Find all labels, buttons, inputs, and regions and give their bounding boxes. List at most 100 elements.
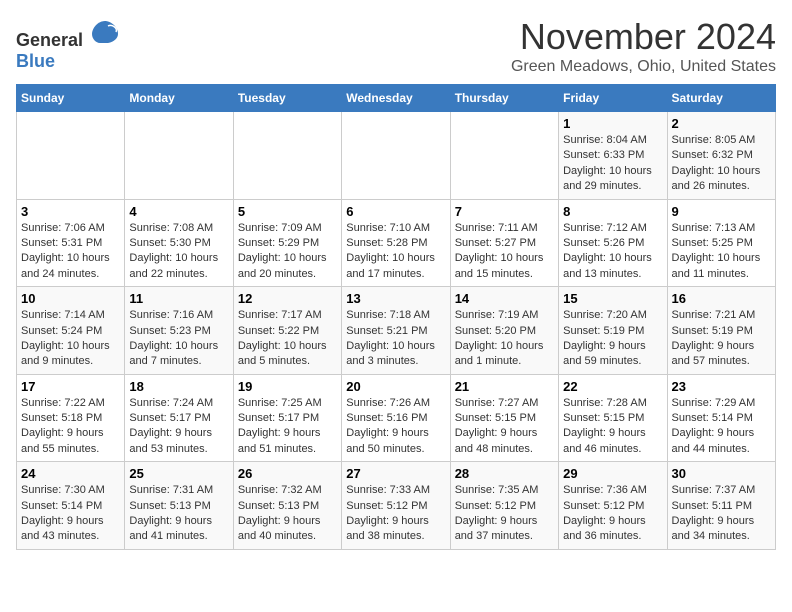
day-info: Sunrise: 7:20 AM Sunset: 5:19 PM Dayligh… [563, 308, 662, 370]
day-info: Sunrise: 7:21 AM Sunset: 5:19 PM Dayligh… [672, 308, 771, 370]
weekday-header-sunday: Sunday [17, 85, 125, 112]
day-info: Sunrise: 7:29 AM Sunset: 5:14 PM Dayligh… [672, 396, 771, 458]
calendar-week-4: 17 Sunrise: 7:22 AM Sunset: 5:18 PM Dayli… [17, 374, 776, 462]
calendar-cell: 3 Sunrise: 7:06 AM Sunset: 5:31 PM Daylig… [17, 199, 125, 287]
day-number: 12 [238, 291, 337, 306]
calendar-cell: 21 Sunrise: 7:27 AM Sunset: 5:15 PM Dayli… [450, 374, 558, 462]
weekday-header-tuesday: Tuesday [233, 85, 341, 112]
day-number: 18 [129, 379, 228, 394]
day-info: Sunrise: 7:22 AM Sunset: 5:18 PM Dayligh… [21, 396, 120, 458]
calendar-cell [342, 112, 450, 200]
day-info: Sunrise: 7:06 AM Sunset: 5:31 PM Dayligh… [21, 221, 120, 283]
calendar-cell: 8Sunrise: 7:12 AM Sunset: 5:26 PM Daylig… [559, 199, 667, 287]
calendar-body: 1 Sunrise: 8:04 AM Sunset: 6:33 PM Daylig… [17, 112, 776, 550]
calendar-cell [233, 112, 341, 200]
day-info: Sunrise: 7:10 AM Sunset: 5:28 PM Dayligh… [346, 221, 445, 283]
day-number: 4 [129, 204, 228, 219]
day-number: 21 [455, 379, 554, 394]
calendar-week-3: 10Sunrise: 7:14 AM Sunset: 5:24 PM Dayli… [17, 287, 776, 375]
day-info: Sunrise: 7:33 AM Sunset: 5:12 PM Dayligh… [346, 483, 445, 545]
day-info: Sunrise: 7:30 AM Sunset: 5:14 PM Dayligh… [21, 483, 120, 545]
calendar-cell: 24Sunrise: 7:30 AM Sunset: 5:14 PM Dayli… [17, 462, 125, 550]
calendar-cell: 10Sunrise: 7:14 AM Sunset: 5:24 PM Dayli… [17, 287, 125, 375]
calendar-cell: 13 Sunrise: 7:18 AM Sunset: 5:21 PM Dayli… [342, 287, 450, 375]
calendar-cell: 6 Sunrise: 7:10 AM Sunset: 5:28 PM Daylig… [342, 199, 450, 287]
calendar-table: SundayMondayTuesdayWednesdayThursdayFrid… [16, 84, 776, 550]
day-number: 3 [21, 204, 120, 219]
calendar-cell: 27Sunrise: 7:33 AM Sunset: 5:12 PM Dayli… [342, 462, 450, 550]
day-info: Sunrise: 8:04 AM Sunset: 6:33 PM Dayligh… [563, 133, 662, 195]
calendar-cell: 22 Sunrise: 7:28 AM Sunset: 5:15 PM Dayli… [559, 374, 667, 462]
calendar-cell: 23Sunrise: 7:29 AM Sunset: 5:14 PM Dayli… [667, 374, 775, 462]
day-number: 26 [238, 466, 337, 481]
day-number: 15 [563, 291, 662, 306]
calendar-cell: 30 Sunrise: 7:37 AM Sunset: 5:11 PM Dayli… [667, 462, 775, 550]
day-info: Sunrise: 7:37 AM Sunset: 5:11 PM Dayligh… [672, 483, 771, 545]
day-info: Sunrise: 7:35 AM Sunset: 5:12 PM Dayligh… [455, 483, 554, 545]
calendar-cell: 29 Sunrise: 7:36 AM Sunset: 5:12 PM Dayli… [559, 462, 667, 550]
calendar-cell: 19 Sunrise: 7:25 AM Sunset: 5:17 PM Dayli… [233, 374, 341, 462]
weekday-row: SundayMondayTuesdayWednesdayThursdayFrid… [17, 85, 776, 112]
calendar-cell: 11 Sunrise: 7:16 AM Sunset: 5:23 PM Dayli… [125, 287, 233, 375]
month-title: November 2024 [511, 16, 776, 58]
calendar-cell: 18Sunrise: 7:24 AM Sunset: 5:17 PM Dayli… [125, 374, 233, 462]
day-number: 20 [346, 379, 445, 394]
day-number: 10 [21, 291, 120, 306]
day-info: Sunrise: 7:13 AM Sunset: 5:25 PM Dayligh… [672, 221, 771, 283]
day-number: 6 [346, 204, 445, 219]
day-info: Sunrise: 7:25 AM Sunset: 5:17 PM Dayligh… [238, 396, 337, 458]
day-number: 1 [563, 116, 662, 131]
day-number: 28 [455, 466, 554, 481]
calendar-cell: 1 Sunrise: 8:04 AM Sunset: 6:33 PM Daylig… [559, 112, 667, 200]
weekday-header-friday: Friday [559, 85, 667, 112]
calendar-cell: 15 Sunrise: 7:20 AM Sunset: 5:19 PM Dayli… [559, 287, 667, 375]
day-info: Sunrise: 7:32 AM Sunset: 5:13 PM Dayligh… [238, 483, 337, 545]
calendar-week-1: 1 Sunrise: 8:04 AM Sunset: 6:33 PM Daylig… [17, 112, 776, 200]
calendar-cell: 25Sunrise: 7:31 AM Sunset: 5:13 PM Dayli… [125, 462, 233, 550]
page-header: General Blue November 2024 Green Meadows… [16, 16, 776, 76]
calendar-cell: 5Sunrise: 7:09 AM Sunset: 5:29 PM Daylig… [233, 199, 341, 287]
calendar-header: SundayMondayTuesdayWednesdayThursdayFrid… [17, 85, 776, 112]
logo-blue: Blue [16, 51, 120, 72]
logo-general: General [16, 30, 83, 50]
calendar-cell: 2Sunrise: 8:05 AM Sunset: 6:32 PM Daylig… [667, 112, 775, 200]
day-info: Sunrise: 7:28 AM Sunset: 5:15 PM Dayligh… [563, 396, 662, 458]
calendar-week-2: 3 Sunrise: 7:06 AM Sunset: 5:31 PM Daylig… [17, 199, 776, 287]
location-subtitle: Green Meadows, Ohio, United States [511, 58, 776, 76]
day-info: Sunrise: 7:09 AM Sunset: 5:29 PM Dayligh… [238, 221, 337, 283]
logo: General Blue [16, 16, 120, 72]
calendar-cell [450, 112, 558, 200]
day-info: Sunrise: 7:31 AM Sunset: 5:13 PM Dayligh… [129, 483, 228, 545]
calendar-cell: 4Sunrise: 7:08 AM Sunset: 5:30 PM Daylig… [125, 199, 233, 287]
day-number: 13 [346, 291, 445, 306]
day-info: Sunrise: 7:18 AM Sunset: 5:21 PM Dayligh… [346, 308, 445, 370]
calendar-cell: 20 Sunrise: 7:26 AM Sunset: 5:16 PM Dayli… [342, 374, 450, 462]
calendar-cell: 12Sunrise: 7:17 AM Sunset: 5:22 PM Dayli… [233, 287, 341, 375]
day-info: Sunrise: 8:05 AM Sunset: 6:32 PM Dayligh… [672, 133, 771, 195]
day-info: Sunrise: 7:36 AM Sunset: 5:12 PM Dayligh… [563, 483, 662, 545]
day-info: Sunrise: 7:19 AM Sunset: 5:20 PM Dayligh… [455, 308, 554, 370]
weekday-header-monday: Monday [125, 85, 233, 112]
calendar-cell: 28 Sunrise: 7:35 AM Sunset: 5:12 PM Dayli… [450, 462, 558, 550]
calendar-cell: 26 Sunrise: 7:32 AM Sunset: 5:13 PM Dayli… [233, 462, 341, 550]
day-info: Sunrise: 7:16 AM Sunset: 5:23 PM Dayligh… [129, 308, 228, 370]
day-info: Sunrise: 7:12 AM Sunset: 5:26 PM Dayligh… [563, 221, 662, 283]
day-number: 17 [21, 379, 120, 394]
day-info: Sunrise: 7:27 AM Sunset: 5:15 PM Dayligh… [455, 396, 554, 458]
day-number: 11 [129, 291, 228, 306]
calendar-week-5: 24Sunrise: 7:30 AM Sunset: 5:14 PM Dayli… [17, 462, 776, 550]
day-number: 30 [672, 466, 771, 481]
weekday-header-wednesday: Wednesday [342, 85, 450, 112]
day-number: 29 [563, 466, 662, 481]
day-number: 19 [238, 379, 337, 394]
day-info: Sunrise: 7:26 AM Sunset: 5:16 PM Dayligh… [346, 396, 445, 458]
logo-text: General [16, 16, 120, 51]
day-number: 14 [455, 291, 554, 306]
day-number: 9 [672, 204, 771, 219]
calendar-cell: 16 Sunrise: 7:21 AM Sunset: 5:19 PM Dayli… [667, 287, 775, 375]
day-number: 22 [563, 379, 662, 394]
calendar-cell: 17 Sunrise: 7:22 AM Sunset: 5:18 PM Dayli… [17, 374, 125, 462]
weekday-header-saturday: Saturday [667, 85, 775, 112]
day-number: 16 [672, 291, 771, 306]
day-number: 7 [455, 204, 554, 219]
